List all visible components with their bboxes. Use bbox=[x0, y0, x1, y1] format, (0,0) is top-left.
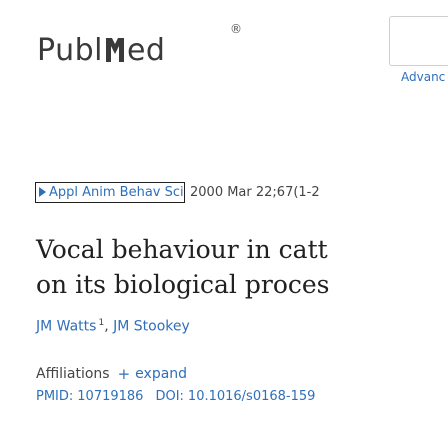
logo-text-left: Publ bbox=[37, 32, 103, 68]
citation-date: 2000 Mar 22;67(1-2 bbox=[190, 184, 320, 200]
author-link[interactable]: JM Watts bbox=[36, 319, 96, 335]
search-input[interactable] bbox=[389, 16, 448, 66]
doi-label: DOI: bbox=[155, 389, 184, 404]
triangle-right-icon bbox=[39, 187, 46, 197]
doi-link[interactable]: 10.1016/s0168-159 bbox=[188, 389, 316, 404]
journal-name: Appl Anim Behav Sci bbox=[49, 184, 184, 200]
med-icon bbox=[104, 34, 126, 66]
identifiers-row: PMID: 10719186 DOI: 10.1016/s0168-159 bbox=[36, 389, 315, 404]
article-source: Appl Anim Behav Sci 2000 Mar 22;67(1-2 bbox=[35, 181, 448, 203]
logo-text-right: ed bbox=[126, 32, 166, 68]
author-link[interactable]: JM Stookey bbox=[113, 319, 190, 335]
pmid-value: 10719186 bbox=[77, 389, 144, 404]
title-line-1: Vocal behaviour in catt bbox=[36, 235, 328, 264]
title-line-2: on its biological proces bbox=[36, 270, 330, 299]
journal-button[interactable]: Appl Anim Behav Sci bbox=[35, 181, 185, 203]
author-list: JM Watts 1, JM Stookey bbox=[36, 318, 190, 335]
expand-affiliations-button[interactable]: + expand bbox=[118, 365, 187, 383]
registered-mark: ® bbox=[230, 22, 243, 36]
affiliations-row: Affiliations + expand bbox=[36, 365, 187, 383]
author-separator: , bbox=[104, 318, 114, 335]
plus-icon: + bbox=[117, 365, 131, 383]
expand-label: expand bbox=[135, 366, 188, 382]
affiliations-label: Affiliations bbox=[36, 366, 110, 382]
advanced-search-link[interactable]: Advanc bbox=[401, 70, 445, 84]
pubmed-logo[interactable]: Publ ed ® bbox=[37, 20, 242, 80]
pmid-label: PMID: bbox=[36, 389, 74, 404]
article-title: Vocal behaviour in catt on its biologica… bbox=[36, 232, 448, 302]
